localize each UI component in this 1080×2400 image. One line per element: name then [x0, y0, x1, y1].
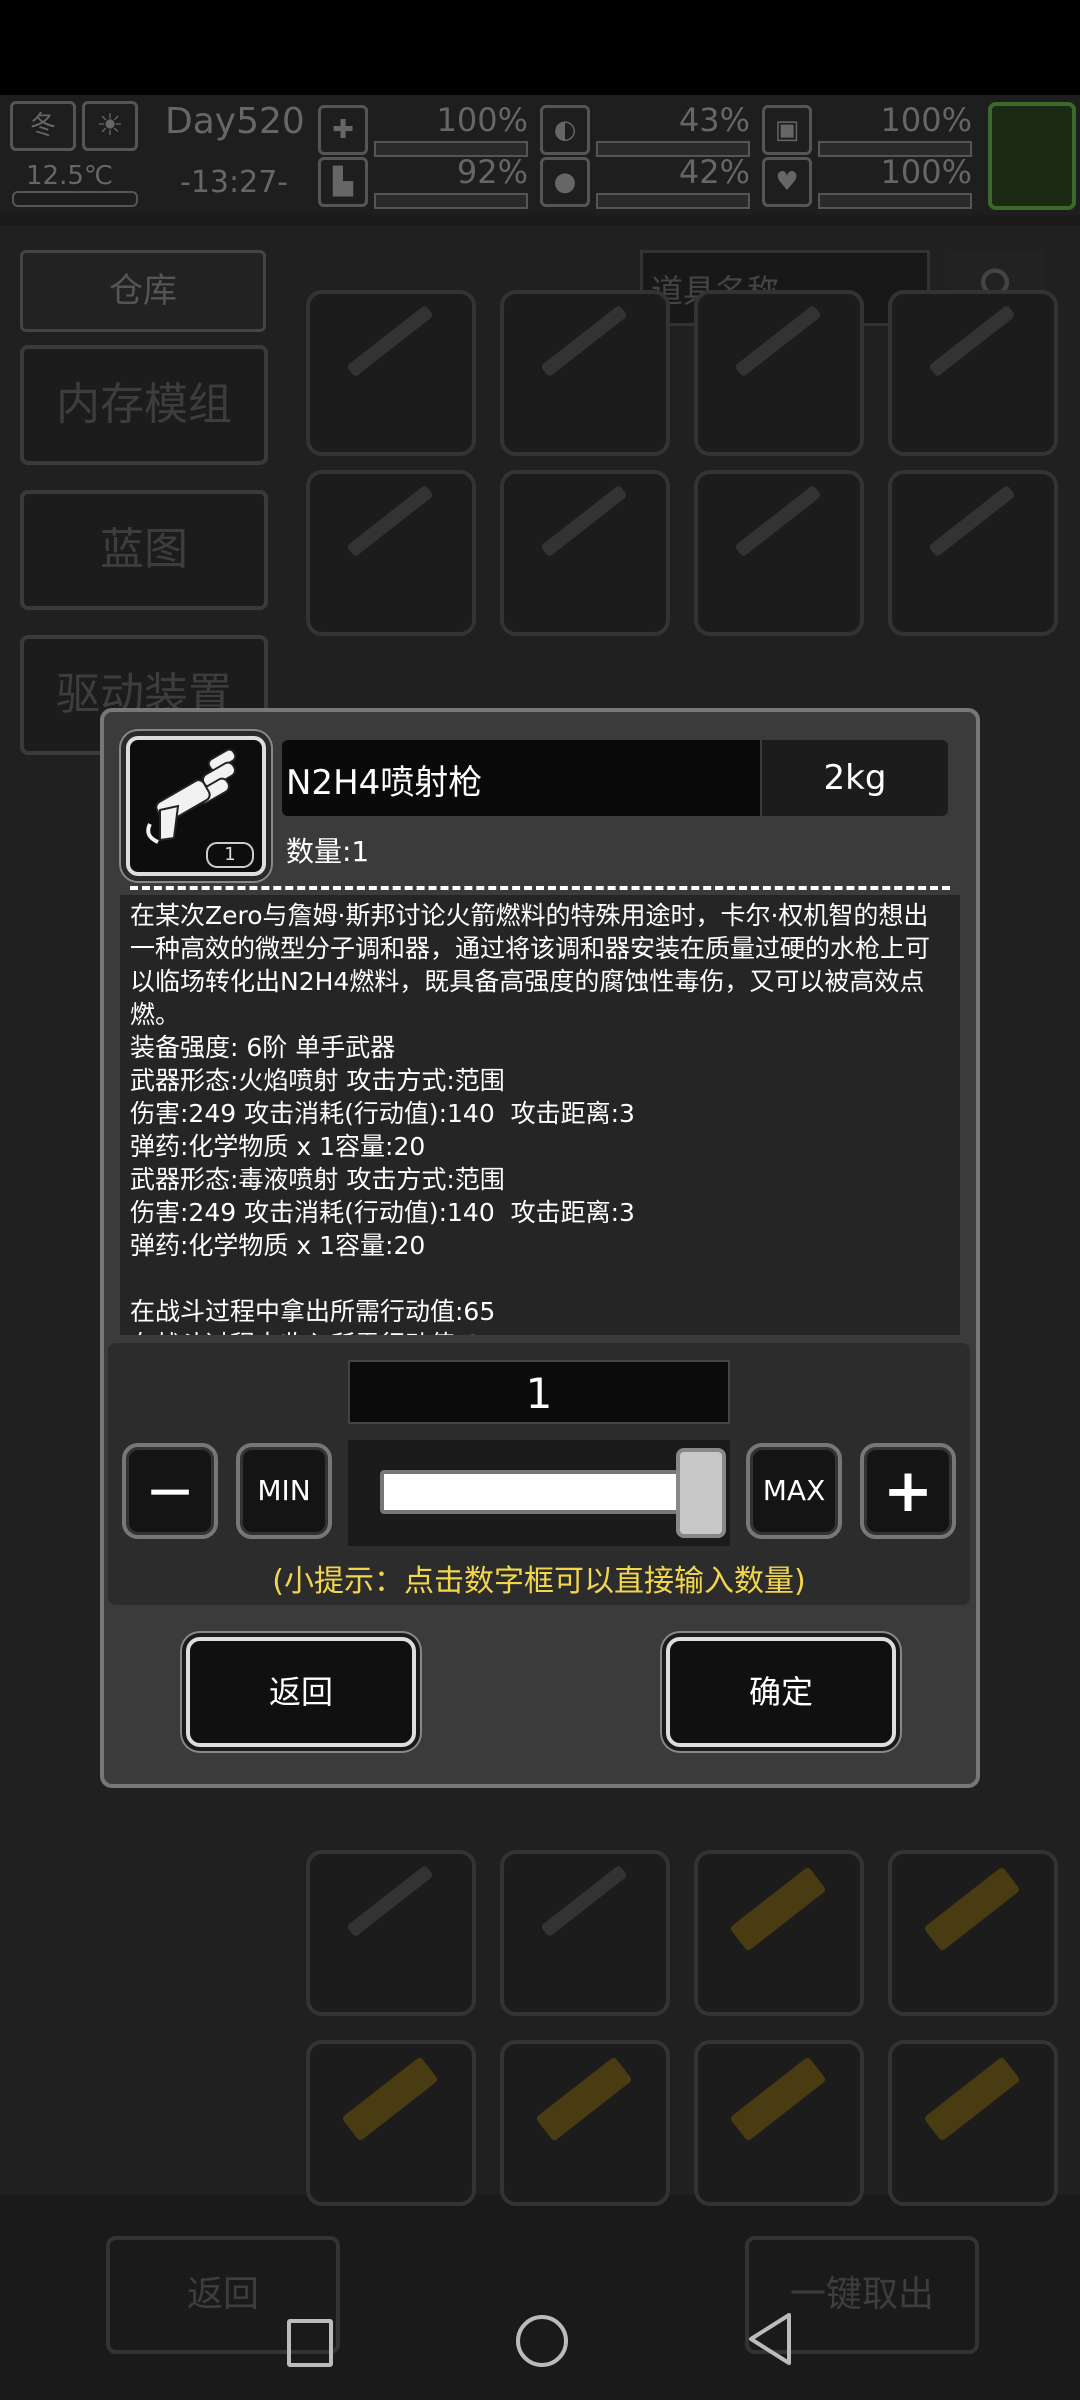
inventory-slot[interactable] — [888, 470, 1058, 636]
inventory-slot[interactable] — [888, 1850, 1058, 2016]
thirst-stat: ● 42% — [540, 153, 750, 209]
mood-stat: ♥ 100% — [762, 153, 972, 209]
temperature: 12.5℃ — [26, 161, 114, 191]
inventory-slot[interactable] — [306, 470, 476, 636]
weapon-icon — [928, 304, 1016, 378]
golden-gun-icon — [341, 2056, 439, 2142]
sun-icon: ☀ — [82, 101, 138, 151]
season-badge: 冬 — [10, 101, 76, 151]
slider-track — [380, 1470, 680, 1514]
tab-warehouse[interactable]: 仓库 — [20, 250, 266, 332]
inventory-slot[interactable] — [306, 1850, 476, 2016]
item-count-badge: 1 — [206, 842, 254, 868]
thirst-value: 42% — [678, 153, 750, 191]
heart-icon: ♥ — [762, 157, 812, 207]
weapon-icon — [734, 304, 822, 378]
rifle-icon — [734, 484, 822, 558]
launcher-icon — [540, 1864, 628, 1938]
side-tab-blueprint[interactable]: 蓝图 — [20, 490, 268, 610]
min-button[interactable]: MIN — [236, 1443, 332, 1539]
inventory-slot[interactable] — [500, 470, 670, 636]
thirst-bar — [596, 193, 750, 209]
confirm-button[interactable]: 确定 — [666, 1637, 896, 1747]
game-time: -13:27- — [180, 165, 289, 200]
hint-text: (小提示：点击数字框可以直接输入数量) — [272, 1564, 806, 1599]
status-bar — [0, 0, 1080, 95]
armor-stat: ▣ 100% — [762, 101, 972, 157]
home-button[interactable] — [516, 2315, 568, 2367]
day-counter: Day520 — [165, 101, 305, 142]
hunger-value: 43% — [678, 101, 750, 139]
slider-thumb[interactable] — [676, 1448, 726, 1538]
health-stat: ✚ 100% — [318, 101, 528, 157]
item-weight: 2kg — [762, 740, 948, 816]
stamina-bar — [374, 193, 528, 209]
lock-icon: ▣ — [762, 105, 812, 155]
inventory-slot[interactable] — [888, 290, 1058, 456]
minus-icon: − — [144, 1456, 196, 1526]
equipment-slot[interactable] — [988, 102, 1076, 210]
stomach-icon: ◐ — [540, 105, 590, 155]
cancel-button[interactable]: 返回 — [186, 1637, 416, 1747]
rifle-icon — [346, 1864, 434, 1938]
inventory-slot[interactable] — [306, 290, 476, 456]
inventory-slot[interactable] — [500, 2040, 670, 2206]
inventory-slot[interactable] — [694, 290, 864, 456]
system-nav-bar — [0, 2285, 1080, 2400]
item-thumbnail: 1 — [126, 736, 266, 876]
golden-gun-icon — [729, 1866, 827, 1952]
golden-gun-icon — [729, 2056, 827, 2142]
description-panel[interactable]: 在某次Zero与詹姆·斯邦讨论火箭燃料的特殊用途时，卡尔·权机智的想出一种高效的… — [120, 895, 960, 1335]
boot-icon: ▙ — [318, 157, 368, 207]
rifle-icon — [928, 484, 1016, 558]
max-button[interactable]: MAX — [746, 1443, 842, 1539]
weapon-icon — [346, 304, 434, 378]
recents-button[interactable] — [287, 2319, 333, 2367]
medkit-icon: ✚ — [318, 105, 368, 155]
back-nav-button[interactable] — [745, 2311, 795, 2367]
inventory-slot[interactable] — [694, 1850, 864, 2016]
golden-gun-icon — [535, 2056, 633, 2142]
golden-axe-icon — [923, 1866, 1021, 1952]
inventory-slot[interactable] — [306, 2040, 476, 2206]
plus-button[interactable]: + — [860, 1443, 956, 1539]
item-name: N2H4喷射枪 — [286, 763, 483, 803]
temperature-bar — [12, 191, 138, 207]
hunger-stat: ◐ 43% — [540, 101, 750, 157]
hud-panel: 冬 ☀ Day520 12.5℃ -13:27- ✚ 100% ◐ 43% ▣ … — [0, 95, 1080, 215]
dashed-divider — [130, 886, 950, 890]
item-description: 在某次Zero与詹姆·斯邦讨论火箭燃料的特殊用途时，卡尔·权机智的想出一种高效的… — [130, 901, 931, 1335]
inventory-slot[interactable] — [694, 470, 864, 636]
drop-icon: ● — [540, 157, 590, 207]
minus-button[interactable]: − — [122, 1443, 218, 1539]
stamina-stat: ▙ 92% — [318, 153, 528, 209]
golden-gun-icon — [923, 2056, 1021, 2142]
quantity-input[interactable]: 1 — [348, 1360, 730, 1424]
rifle-icon — [346, 484, 434, 558]
rifle-icon — [540, 484, 628, 558]
inventory-slot[interactable] — [500, 290, 670, 456]
stamina-value: 92% — [456, 153, 528, 191]
inventory-slot[interactable] — [694, 2040, 864, 2206]
mood-bar — [818, 193, 972, 209]
armor-value: 100% — [880, 101, 972, 139]
weapon-icon — [540, 304, 628, 378]
inventory-slot[interactable] — [888, 2040, 1058, 2206]
side-tab-memory-module[interactable]: 内存模组 — [20, 345, 268, 465]
health-value: 100% — [436, 101, 528, 139]
plus-icon: + — [882, 1456, 934, 1526]
inventory-slot[interactable] — [500, 1850, 670, 2016]
mood-value: 100% — [880, 153, 972, 191]
item-quantity-label: 数量:1 — [286, 835, 370, 868]
